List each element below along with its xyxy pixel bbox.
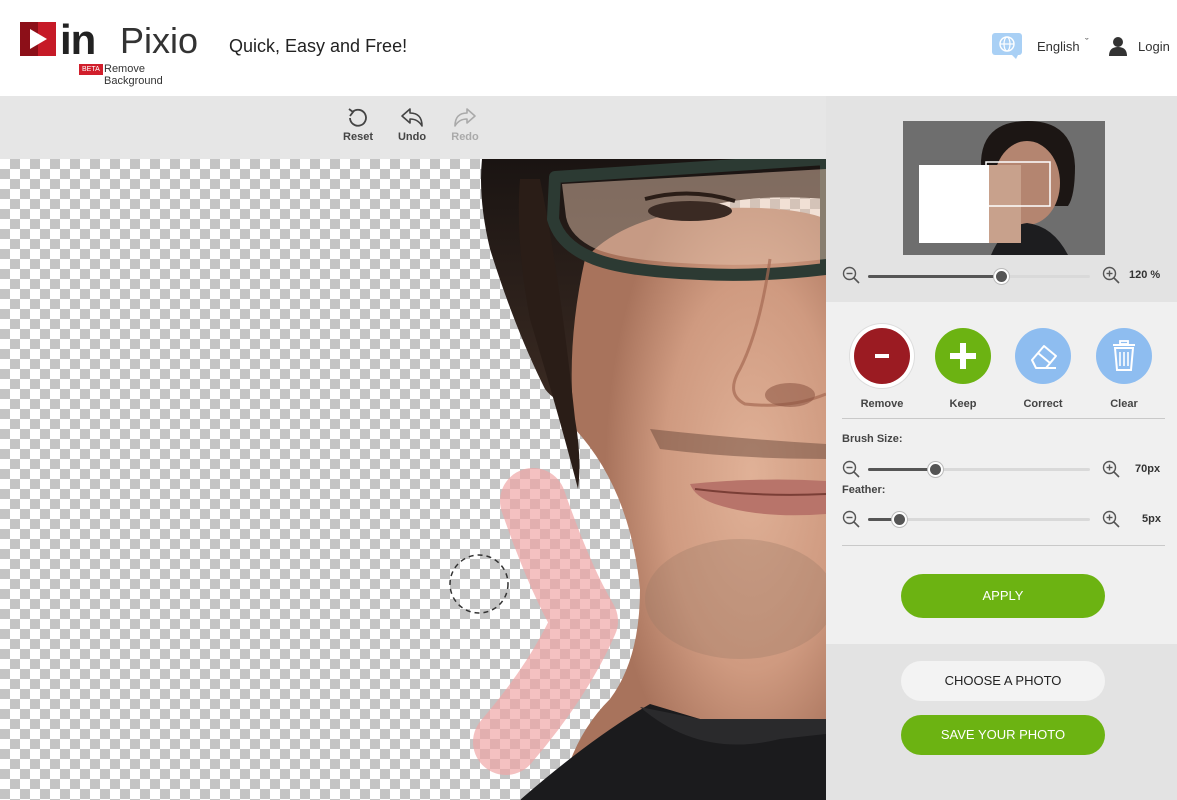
logo-text-in: in — [60, 16, 96, 63]
brush-cursor — [449, 554, 509, 614]
correct-mode-button[interactable]: Correct — [1008, 328, 1078, 410]
apply-button[interactable]: APPLY — [901, 574, 1105, 618]
zoom-out-icon[interactable] — [842, 266, 860, 284]
beta-badge: BETA — [79, 64, 103, 75]
logo-subtitle: Remove Background — [104, 63, 163, 87]
brush-tools-section: Remove Keep Correct Clear Brush Size: 70… — [826, 302, 1177, 644]
brush-size-slider-fill — [868, 468, 935, 471]
feather-label: Feather: — [842, 484, 886, 496]
correct-label: Correct — [1023, 398, 1063, 410]
zoom-control: 120 % — [826, 260, 1177, 290]
clear-label: Clear — [1110, 398, 1138, 410]
brush-size-increase-icon[interactable] — [1102, 460, 1120, 478]
feather-value: 5px — [1142, 513, 1161, 525]
chevron-down-icon[interactable]: ˇ — [1085, 37, 1089, 49]
remove-icon — [854, 328, 910, 384]
brush-size-value: 70px — [1135, 463, 1161, 475]
zoom-in-icon[interactable] — [1102, 266, 1120, 284]
redo-icon — [454, 108, 476, 127]
clear-mode-button[interactable]: Clear — [1089, 328, 1159, 410]
zoom-slider-fill — [868, 275, 1002, 278]
navigator-thumbnail[interactable] — [903, 121, 1105, 255]
zoom-value: 120 % — [1129, 269, 1161, 281]
brush-size-slider[interactable] — [868, 462, 1090, 477]
redo-label: Redo — [451, 131, 479, 143]
logo-play-icon — [20, 22, 56, 56]
plus-icon — [935, 328, 991, 384]
navigator-section: 120 % — [826, 96, 1177, 302]
logo-text-pixio: Pixio — [120, 20, 199, 61]
photo-actions-section: CHOOSE A PHOTO SAVE YOUR PHOTO — [826, 644, 1177, 800]
reset-button[interactable]: Reset — [336, 106, 380, 143]
tagline: Quick, Easy and Free! — [229, 36, 408, 56]
undo-button[interactable]: Undo — [390, 106, 434, 143]
undo-label: Undo — [397, 131, 427, 143]
redo-button[interactable]: Redo — [443, 106, 487, 143]
brush-size-slider-handle[interactable] — [927, 462, 943, 477]
save-photo-button[interactable]: SAVE YOUR PHOTO — [901, 715, 1105, 755]
reset-label: Reset — [343, 131, 373, 143]
login-link[interactable]: Login — [1138, 39, 1170, 54]
feather-slider-handle[interactable] — [892, 512, 908, 527]
zoom-slider-handle[interactable] — [994, 269, 1010, 284]
remove-mode-button[interactable]: Remove — [847, 328, 917, 410]
inpixio-logo[interactable]: in Pixio BETA Remove Background — [20, 16, 202, 87]
brush-size-label: Brush Size: — [842, 433, 903, 445]
feather-decrease-icon[interactable] — [842, 510, 860, 528]
edit-toolbar: Reset Undo Redo — [0, 96, 826, 159]
divider — [842, 545, 1165, 546]
keep-label: Keep — [949, 398, 977, 410]
choose-photo-button[interactable]: CHOOSE A PHOTO — [901, 661, 1105, 701]
divider — [842, 418, 1165, 419]
globe-icon[interactable] — [992, 33, 1022, 59]
language-selector[interactable]: English — [1037, 39, 1080, 54]
trash-icon — [1096, 328, 1152, 384]
keep-mode-button[interactable]: Keep — [928, 328, 998, 410]
undo-icon — [401, 108, 423, 127]
eraser-icon — [1015, 328, 1071, 384]
zoom-slider[interactable] — [868, 269, 1090, 284]
user-icon[interactable] — [1108, 36, 1128, 56]
feather-slider[interactable] — [868, 512, 1090, 527]
reset-icon — [348, 108, 367, 127]
remove-label: Remove — [860, 398, 904, 410]
feather-increase-icon[interactable] — [1102, 510, 1120, 528]
editing-canvas[interactable] — [0, 159, 826, 800]
tools-panel: 120 % Remove Keep Correct Clear Brush Si… — [826, 96, 1177, 800]
brush-size-decrease-icon[interactable] — [842, 460, 860, 478]
app-header: in Pixio BETA Remove Background Quick, E… — [0, 0, 1177, 96]
